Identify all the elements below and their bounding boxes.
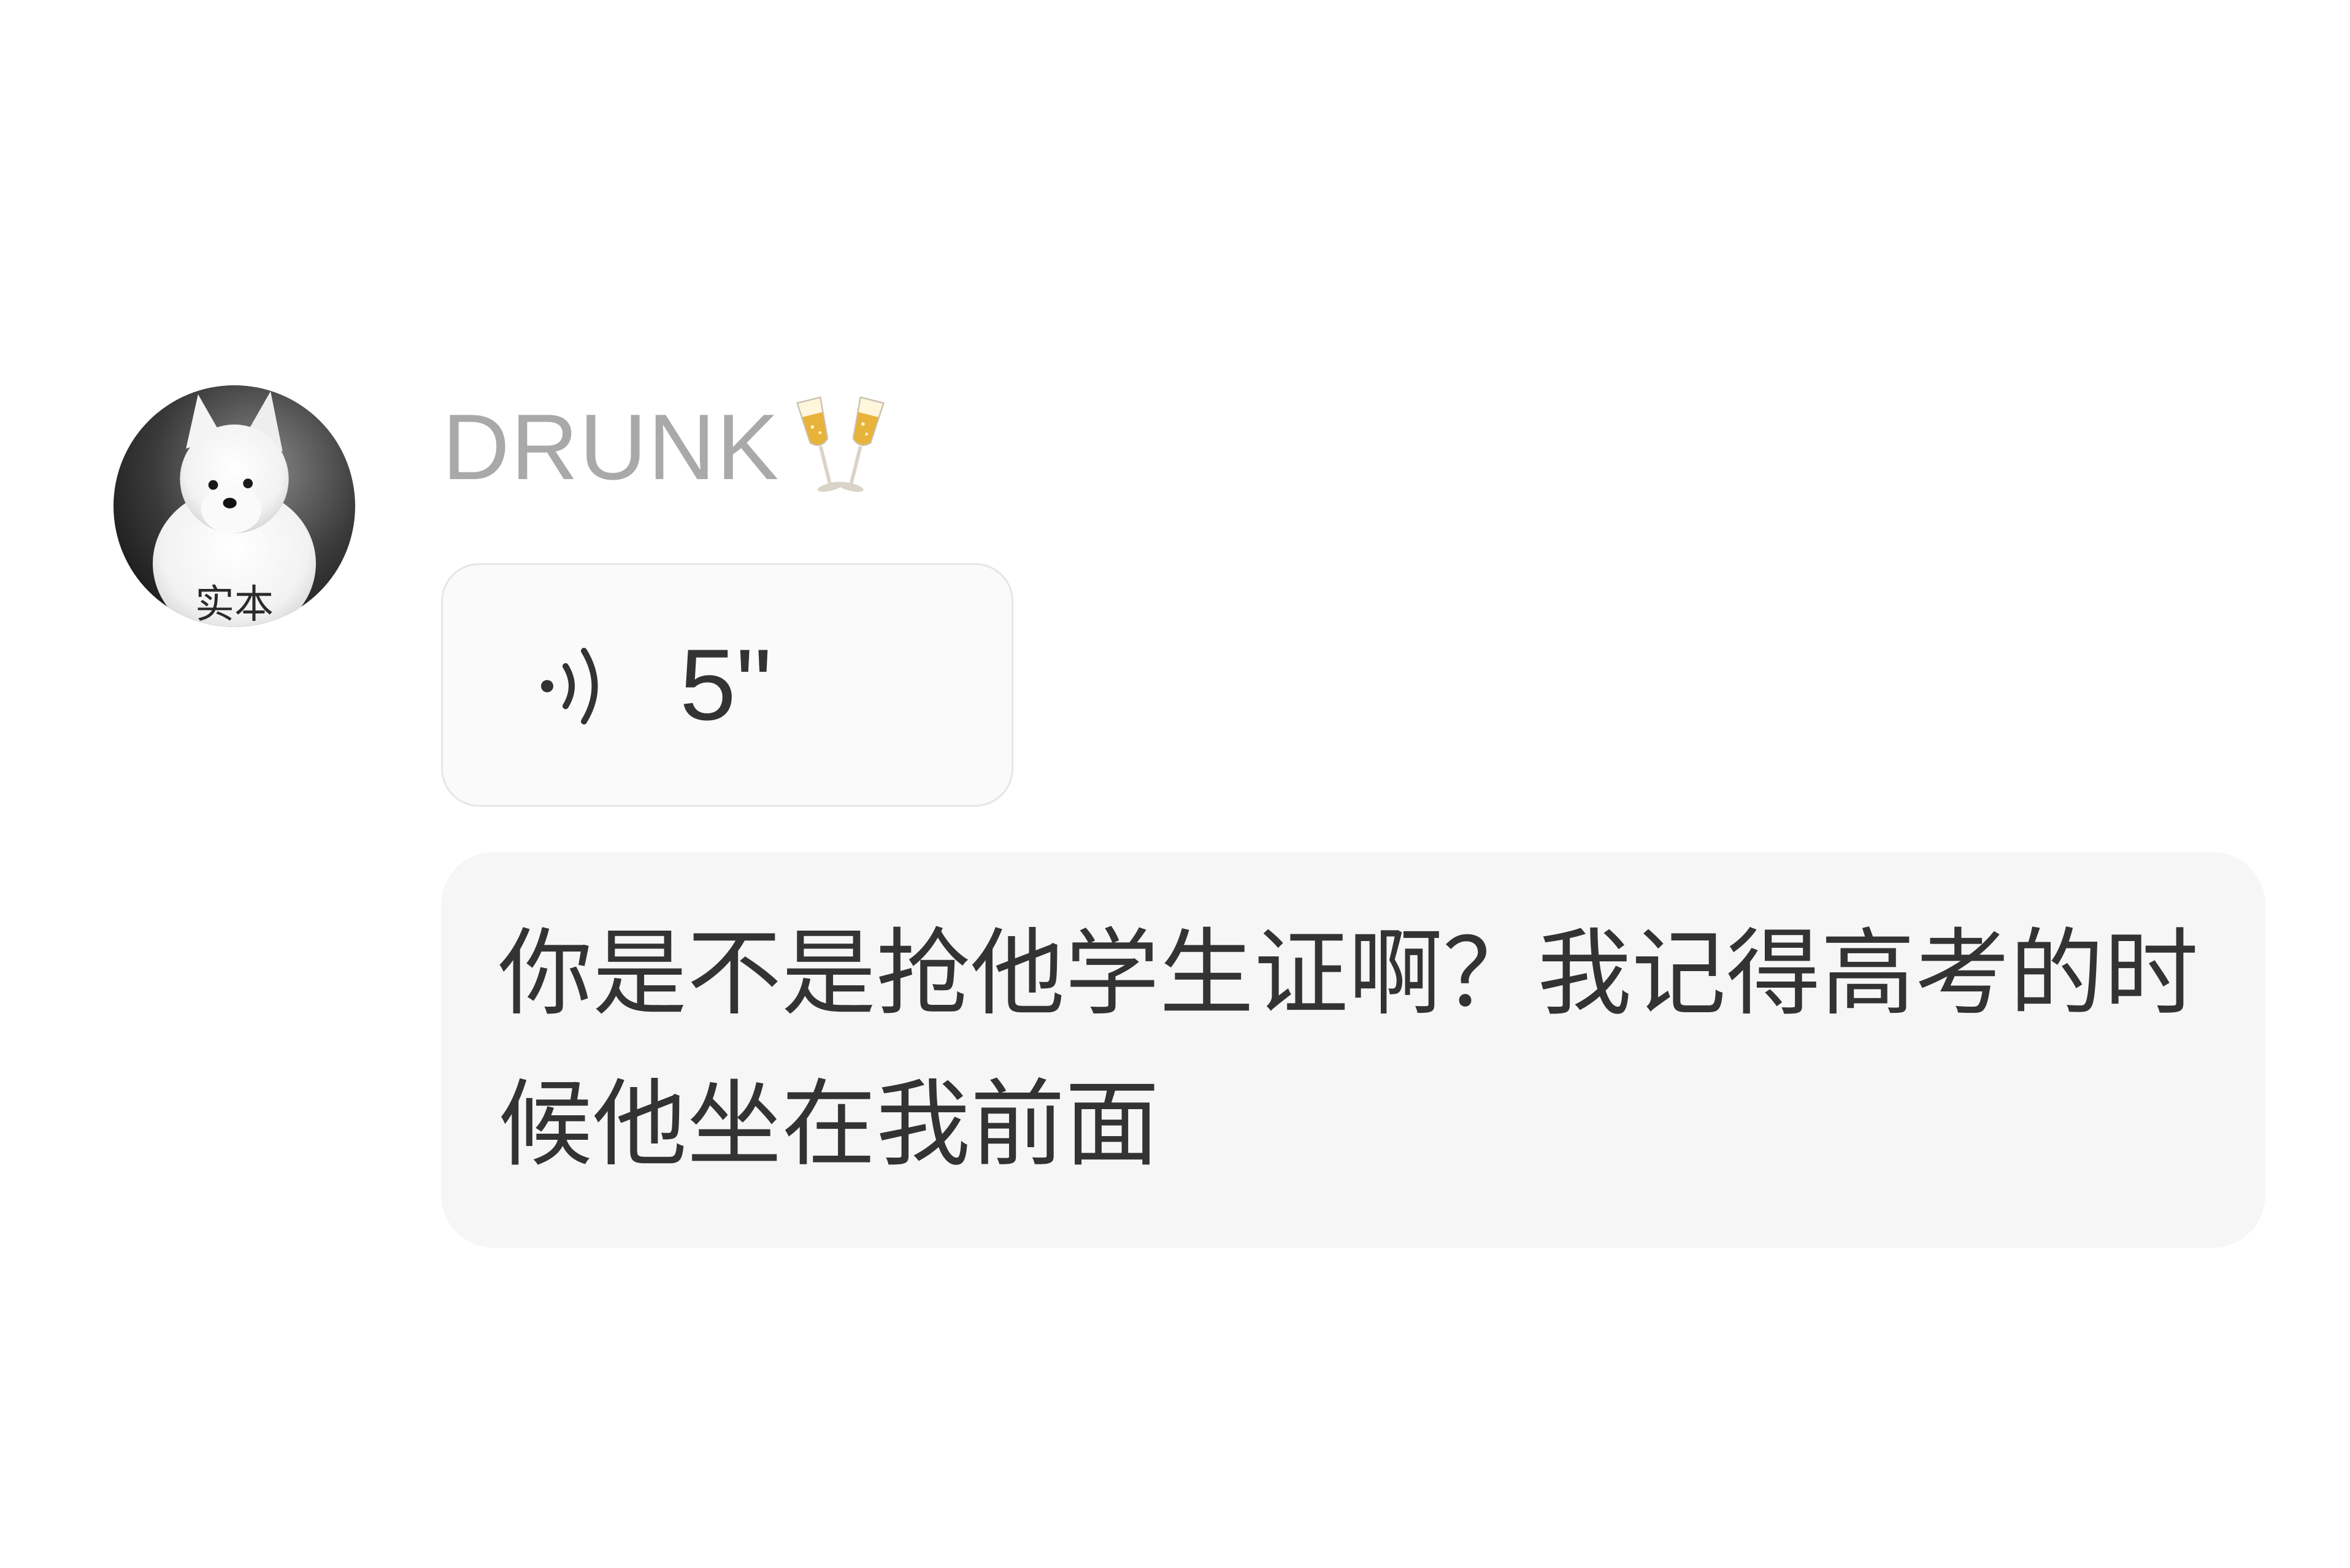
sender-name: DRUNK bbox=[442, 395, 780, 499]
clinking-glasses-icon bbox=[788, 390, 893, 506]
text-message-bubble[interactable]: 你是不是抢他学生证啊？我记得高考的时候他坐在我前面 bbox=[441, 852, 2265, 1248]
avatar[interactable]: 实本 bbox=[113, 385, 355, 627]
voice-message-bubble[interactable]: 5" bbox=[441, 563, 1013, 807]
avatar-caption: 实本 bbox=[195, 582, 274, 627]
avatar-image: 实本 bbox=[113, 385, 355, 627]
message-text: 你是不是抢他学生证啊？我记得高考的时候他坐在我前面 bbox=[498, 919, 2199, 1180]
sender-header: DRUNK bbox=[442, 390, 994, 506]
voice-wave-icon bbox=[538, 645, 609, 728]
voice-duration: 5" bbox=[680, 628, 772, 741]
